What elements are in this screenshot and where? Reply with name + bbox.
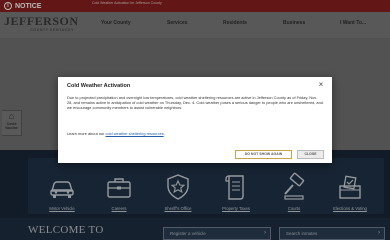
close-button[interactable]: CLOSE [297,150,324,159]
modal-title: Cold Weather Activation [67,83,131,89]
cold-weather-resources-link[interactable]: cold weather sheltering resources [106,131,164,136]
cold-weather-modal: Cold Weather Activation × Due to project… [58,77,332,163]
modal-learn-more: Learn more about our cold weather shelte… [67,131,165,136]
modal-body: Due to projected precipitation and overn… [67,95,323,110]
do-not-show-again-button[interactable]: DO NOT SHOW AGAIN [235,150,292,159]
close-icon[interactable]: × [316,80,326,90]
